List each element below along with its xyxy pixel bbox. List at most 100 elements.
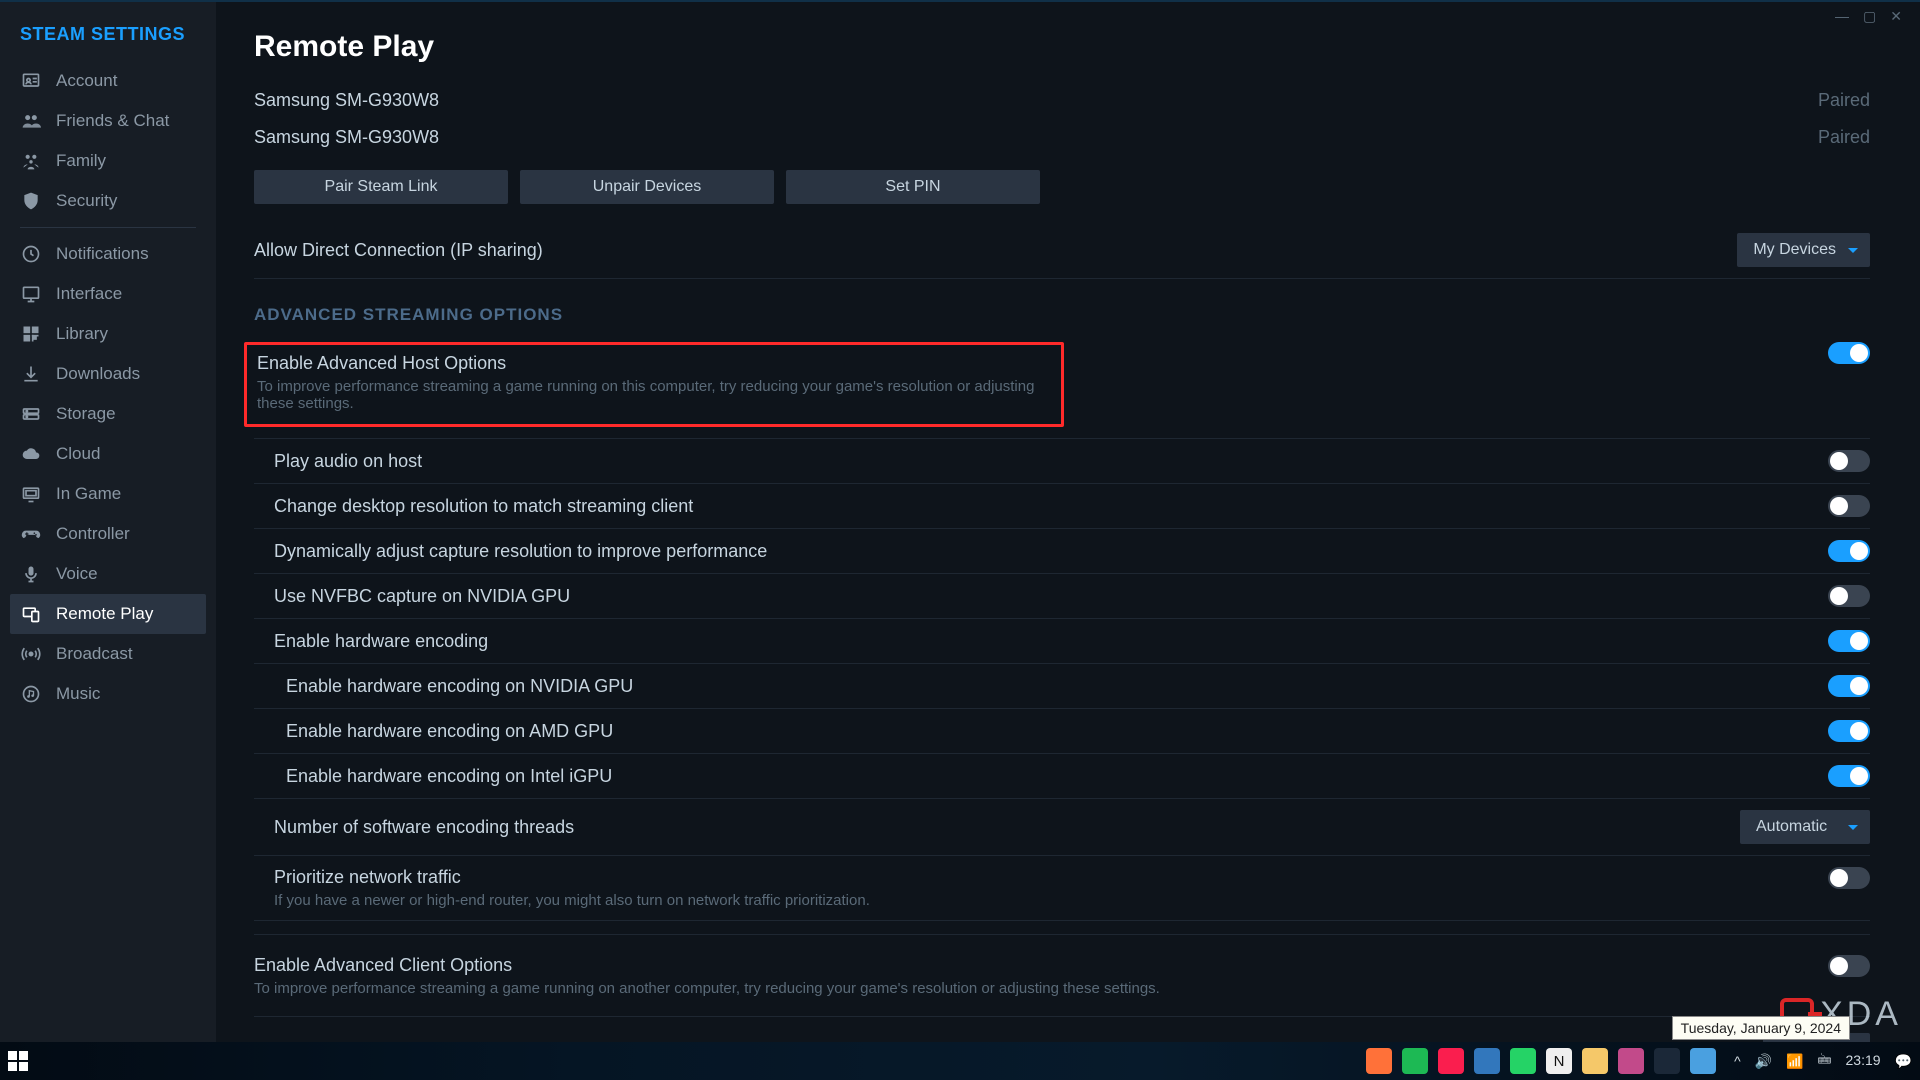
sidebar-item-label: Account (56, 71, 117, 91)
paired-device-row[interactable]: Samsung SM-G930W8Paired (254, 82, 1870, 119)
option-row: Enable hardware encoding on NVIDIA GPU (254, 664, 1870, 709)
option-label: Enable hardware encoding on AMD GPU (286, 721, 613, 742)
set-pin-button[interactable]: Set PIN (786, 170, 1040, 204)
sidebar-item-library[interactable]: Library (10, 314, 206, 354)
sidebar-item-storage[interactable]: Storage (10, 394, 206, 434)
account-icon (20, 70, 42, 92)
enable-advanced-client-toggle[interactable] (1828, 955, 1870, 977)
option-toggle[interactable] (1828, 720, 1870, 742)
taskbar-app-app8[interactable] (1618, 1048, 1644, 1074)
sidebar-item-broadcast[interactable]: Broadcast (10, 634, 206, 674)
taskbar-app-notion[interactable]: N (1546, 1048, 1572, 1074)
taskbar-app-steam[interactable] (1654, 1048, 1680, 1074)
device-status: Paired (1818, 127, 1870, 148)
option-label: Enable hardware encoding on NVIDIA GPU (286, 676, 633, 697)
sidebar-item-remoteplay[interactable]: Remote Play (10, 594, 206, 634)
sidebar-item-downloads[interactable]: Downloads (10, 354, 206, 394)
option-label: Use NVFBC capture on NVIDIA GPU (274, 586, 570, 607)
sidebar-item-label: Family (56, 151, 106, 171)
option-label: Play audio on host (274, 451, 422, 472)
device-name: Samsung SM-G930W8 (254, 127, 439, 148)
highlight-annotation: Enable Advanced Host Options To improve … (244, 342, 1064, 427)
sidebar-item-family[interactable]: Family (10, 141, 206, 181)
notifications-icon (20, 243, 42, 265)
sidebar-item-label: In Game (56, 484, 121, 504)
paired-device-row[interactable]: Samsung SM-G930W8 Paired (254, 119, 1870, 156)
sidebar-item-label: Downloads (56, 364, 140, 384)
sidebar-item-label: Cloud (56, 444, 100, 464)
sidebar-item-label: Storage (56, 404, 116, 424)
taskbar-app-app10[interactable] (1690, 1048, 1716, 1074)
encoding-threads-dropdown[interactable]: Automatic (1740, 810, 1870, 844)
sidebar-item-music[interactable]: Music (10, 674, 206, 714)
taskbar-app-spotify[interactable] (1402, 1048, 1428, 1074)
tray-clock[interactable]: 23:19 (1846, 1053, 1881, 1068)
downloads-icon (20, 363, 42, 385)
sidebar-item-account[interactable]: Account (10, 61, 206, 101)
tray-notifications-icon[interactable]: 💬 (1895, 1053, 1912, 1070)
option-toggle[interactable] (1828, 765, 1870, 787)
sidebar-item-label: Voice (56, 564, 98, 584)
minimize-button[interactable]: — (1835, 8, 1849, 25)
music-icon (20, 683, 42, 705)
tray-ime-icon[interactable]: 🖮 (1818, 1049, 1832, 1073)
taskbar-app-explorer[interactable] (1582, 1048, 1608, 1074)
sidebar-item-label: Friends & Chat (56, 111, 169, 131)
option-label: Enable hardware encoding on Intel iGPU (286, 766, 612, 787)
taskbar-app-opera[interactable] (1438, 1048, 1464, 1074)
sidebar-item-label: Remote Play (56, 604, 153, 624)
unpair-devices-button[interactable]: Unpair Devices (520, 170, 774, 204)
sidebar-item-ingame[interactable]: In Game (10, 474, 206, 514)
broadcast-icon (20, 643, 42, 665)
device-name: Samsung SM-G930W8 (254, 90, 439, 111)
sidebar-title: STEAM SETTINGS (10, 24, 206, 61)
security-icon (20, 190, 42, 212)
sidebar: STEAM SETTINGS Account Friends & Chat Fami… (0, 2, 216, 1080)
sidebar-item-cloud[interactable]: Cloud (10, 434, 206, 474)
prioritize-network-toggle[interactable] (1828, 867, 1870, 889)
sidebar-item-security[interactable]: Security (10, 181, 206, 221)
tray-volume-icon[interactable]: 🔊 (1755, 1053, 1772, 1070)
main-panel: Remote Play Samsung SM-G930W8PairedSamsu… (216, 2, 1920, 1080)
option-toggle[interactable] (1828, 630, 1870, 652)
close-button[interactable]: ✕ (1890, 8, 1902, 25)
direct-connection-dropdown[interactable]: My Devices (1737, 233, 1870, 267)
tray-chevron-icon[interactable]: ^ (1734, 1053, 1741, 1069)
option-toggle[interactable] (1828, 675, 1870, 697)
option-label: Dynamically adjust capture resolution to… (274, 541, 767, 562)
option-row: Play audio on host (254, 439, 1870, 484)
direct-connection-label: Allow Direct Connection (IP sharing) (254, 240, 543, 261)
prioritize-network-label: Prioritize network traffic (274, 867, 870, 888)
taskbar[interactable]: N ^ 🔊 📶 🖮 23:19 💬 (0, 1042, 1920, 1080)
sidebar-item-label: Library (56, 324, 108, 344)
interface-icon (20, 283, 42, 305)
taskbar-date-tooltip: Tuesday, January 9, 2024 (1672, 1016, 1850, 1040)
sidebar-item-notifications[interactable]: Notifications (10, 234, 206, 274)
sidebar-item-label: Notifications (56, 244, 149, 264)
enable-advanced-client-label: Enable Advanced Client Options (254, 955, 1160, 976)
enable-advanced-host-toggle[interactable] (1828, 342, 1870, 364)
option-toggle[interactable] (1828, 540, 1870, 562)
enable-advanced-host-sub: To improve performance streaming a game … (257, 378, 1051, 412)
voice-icon (20, 563, 42, 585)
taskbar-app-whatsapp[interactable] (1510, 1048, 1536, 1074)
option-toggle[interactable] (1828, 450, 1870, 472)
sidebar-item-label: Broadcast (56, 644, 133, 664)
sidebar-item-label: Music (56, 684, 100, 704)
sidebar-item-controller[interactable]: Controller (10, 514, 206, 554)
sidebar-item-voice[interactable]: Voice (10, 554, 206, 594)
taskbar-app-edge[interactable] (1474, 1048, 1500, 1074)
start-button[interactable] (8, 1051, 28, 1071)
option-row: Change desktop resolution to match strea… (254, 484, 1870, 529)
tray-wifi-icon[interactable]: 📶 (1786, 1053, 1803, 1070)
taskbar-app-firefox[interactable] (1366, 1048, 1392, 1074)
option-toggle[interactable] (1828, 585, 1870, 607)
friends-icon (20, 110, 42, 132)
pair-steam-link-button[interactable]: Pair Steam Link (254, 170, 508, 204)
sidebar-item-interface[interactable]: Interface (10, 274, 206, 314)
option-toggle[interactable] (1828, 495, 1870, 517)
sidebar-item-friends[interactable]: Friends & Chat (10, 101, 206, 141)
option-row: Dynamically adjust capture resolution to… (254, 529, 1870, 574)
cloud-icon (20, 443, 42, 465)
maximize-button[interactable]: ▢ (1863, 8, 1876, 25)
